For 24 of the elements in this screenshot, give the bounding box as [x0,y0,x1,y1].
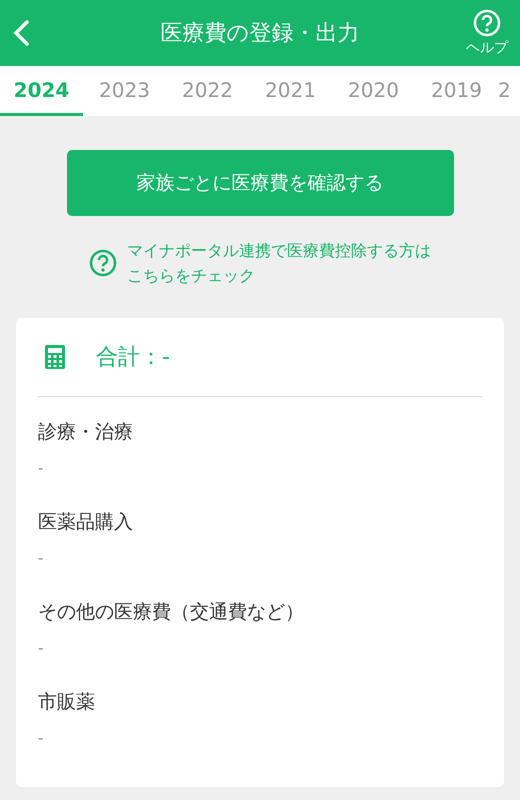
category-label: 市販薬 [38,690,96,715]
year-tab[interactable]: 2023 [83,66,166,116]
portal-link[interactable]: マイナポータル連携で医療費控除する方はこちらをチェック [127,238,431,288]
help-button[interactable]: ヘルプ [466,9,508,57]
total-label: 合計：- [96,344,170,372]
category-label: その他の医療費（交通費など） [38,600,305,625]
calculator-icon [44,344,66,370]
category-value: - [38,639,44,657]
year-tab[interactable]: 2020 [332,66,415,116]
year-tab[interactable]: 2022 [166,66,249,116]
category-value: - [38,729,44,747]
help-icon [473,9,501,37]
category-label: 診療・治療 [38,420,134,445]
year-tab[interactable]: 2024 [0,66,83,116]
year-tab[interactable]: 2 [498,66,518,116]
family-button[interactable]: 家族ごとに医療費を確認する [66,150,454,216]
screen-title: 医療費の登録・出力 [160,20,360,48]
year-tab[interactable]: 2019 [415,66,498,116]
help-icon [89,249,117,277]
category-value: - [38,459,44,477]
back-icon[interactable] [12,19,30,47]
year-tab[interactable]: 2021 [249,66,332,116]
category-label: 医薬品購入 [38,510,134,535]
category-value: - [38,549,44,567]
